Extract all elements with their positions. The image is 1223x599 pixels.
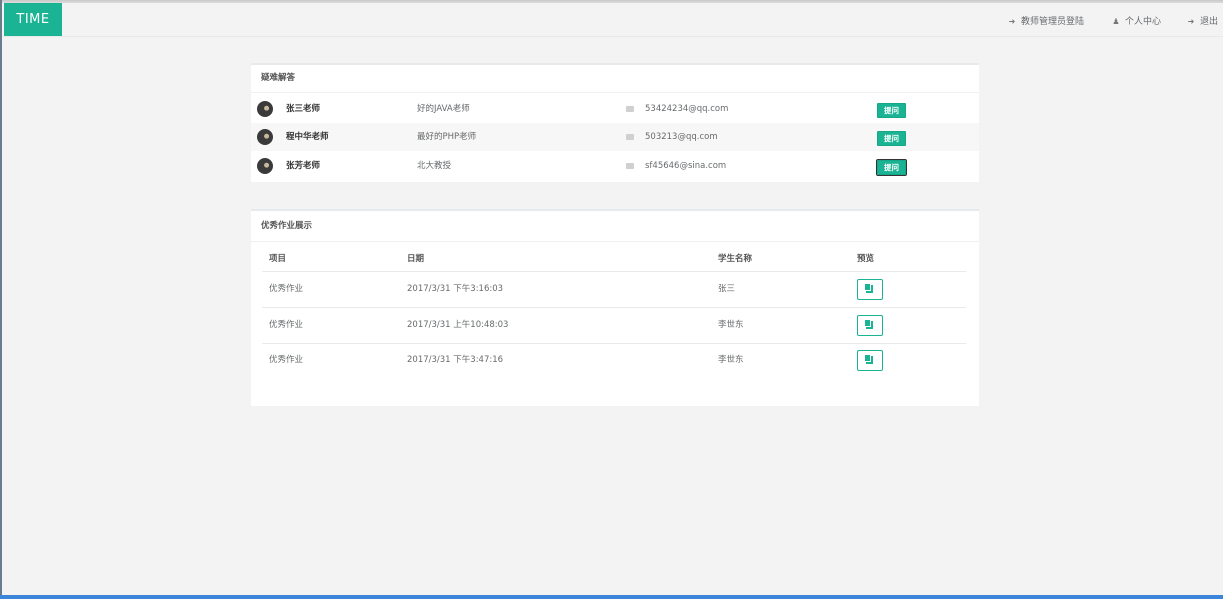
avatar: [257, 158, 273, 174]
qa-row: 张芳老师 北大教授 sf45646@sina.com 提问: [251, 152, 979, 180]
copy-icon: [864, 354, 873, 364]
user-icon: ♟: [1112, 17, 1120, 26]
ask-question-button[interactable]: 提问: [877, 103, 906, 118]
cell-date: 2017/3/31 下午3:47:16: [407, 355, 504, 365]
qa-row: 程中华老师 最好的PHP老师 503213@qq.com 提问: [251, 123, 979, 151]
cell-student: 张三: [718, 284, 736, 294]
preview-button[interactable]: [857, 350, 883, 371]
cell-project: 优秀作业: [269, 320, 304, 330]
cell-date: 2017/3/31 下午3:16:03: [407, 284, 504, 294]
sign-out-icon: ➜: [1187, 17, 1195, 26]
teacher-admin-login-label: 教师管理员登陆: [1021, 17, 1085, 27]
qa-panel-title: 疑难解答: [251, 65, 979, 93]
teacher-description: 好的JAVA老师: [417, 104, 470, 114]
preview-button[interactable]: [857, 315, 883, 336]
personal-center-link[interactable]: ♟ 个人中心: [1111, 3, 1161, 36]
teacher-name: 程中华老师: [286, 132, 329, 142]
homework-panel-title: 优秀作业展示: [251, 211, 979, 242]
cell-student: 李世东: [718, 355, 744, 365]
preview-button[interactable]: [857, 279, 883, 300]
top-navbar: TIME ➜ 教师管理员登陆 ♟ 个人中心 ➜ 退出: [2, 3, 1223, 37]
cell-date: 2017/3/31 上午10:48:03: [407, 320, 509, 330]
header-preview: 预览: [857, 254, 875, 264]
teacher-description: 北大教授: [417, 161, 452, 171]
qa-row: 张三老师 好的JAVA老师 53424234@qq.com 提问: [251, 95, 979, 123]
window-left-border: [0, 0, 2, 599]
teacher-email: 503213@qq.com: [645, 132, 718, 142]
window-bottom-border: [0, 595, 1223, 599]
table-row: 优秀作业 2017/3/31 上午10:48:03 李世东: [262, 308, 966, 344]
teacher-email: 53424234@qq.com: [645, 104, 729, 114]
brand-logo[interactable]: TIME: [4, 3, 62, 36]
avatar: [257, 101, 273, 117]
teacher-name: 张三老师: [286, 104, 321, 114]
logout-link[interactable]: ➜ 退出: [1186, 3, 1218, 36]
envelope-icon: [626, 163, 634, 169]
copy-icon: [864, 319, 873, 329]
ask-question-button[interactable]: 提问: [876, 159, 907, 176]
personal-center-label: 个人中心: [1125, 17, 1162, 27]
cell-student: 李世东: [718, 320, 744, 330]
table-header: 项目 日期 学生名称 预览: [262, 247, 966, 272]
header-student: 学生名称: [718, 254, 753, 264]
teacher-admin-login-link[interactable]: ➜ 教师管理员登陆: [1007, 3, 1084, 36]
ask-question-button[interactable]: 提问: [877, 131, 906, 146]
homework-panel: 优秀作业展示 项目 日期 学生名称 预览 优秀作业 2017/3/31 下午3:…: [251, 209, 979, 406]
qa-panel: 疑难解答 张三老师 好的JAVA老师 53424234@qq.com 提问 程中…: [251, 63, 979, 182]
cell-project: 优秀作业: [269, 355, 304, 365]
logout-label: 退出: [1200, 17, 1219, 27]
teacher-description: 最好的PHP老师: [417, 132, 477, 142]
envelope-icon: [626, 134, 634, 140]
copy-icon: [864, 283, 873, 293]
table-row: 优秀作业 2017/3/31 下午3:16:03 张三: [262, 272, 966, 308]
avatar: [257, 129, 273, 145]
sign-in-icon: ➜: [1008, 17, 1016, 26]
teacher-email: sf45646@sina.com: [645, 161, 727, 171]
envelope-icon: [626, 106, 634, 112]
table-row: 优秀作业 2017/3/31 下午3:47:16 李世东: [262, 343, 966, 378]
header-project: 项目: [269, 254, 287, 264]
header-date: 日期: [407, 254, 425, 264]
cell-project: 优秀作业: [269, 284, 304, 294]
teacher-name: 张芳老师: [286, 161, 321, 171]
